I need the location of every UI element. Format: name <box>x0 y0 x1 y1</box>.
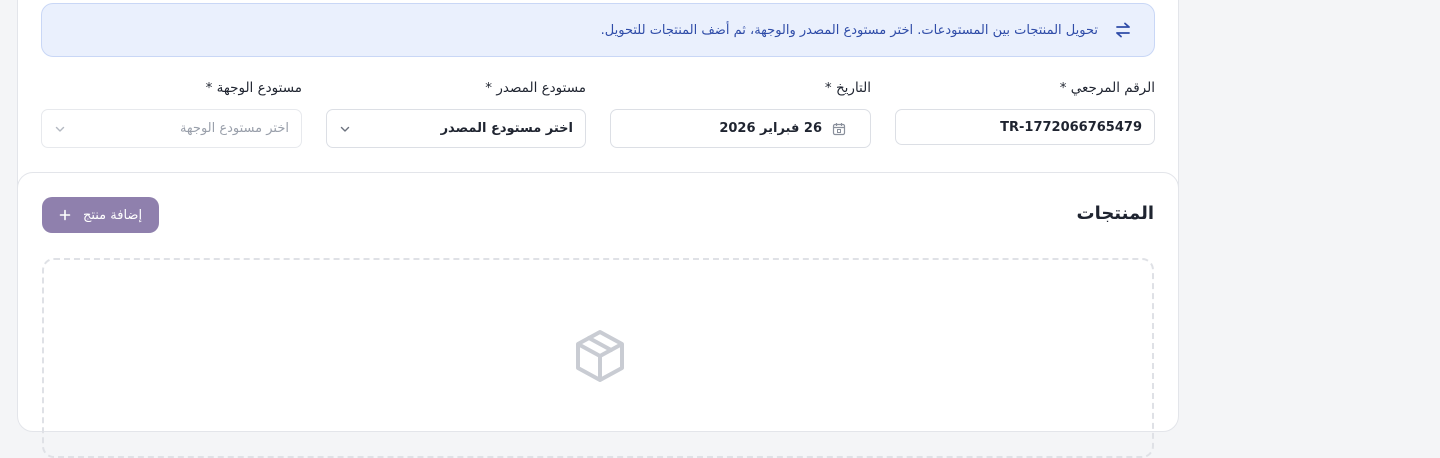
plus-icon <box>59 209 71 221</box>
source-warehouse-label: مستودع المصدر * <box>485 80 586 96</box>
calendar-icon <box>832 122 846 135</box>
chevron-down-icon <box>340 126 350 132</box>
reference-label: الرقم المرجعي * <box>1059 80 1155 96</box>
destination-warehouse-select[interactable]: اختر مستودع الوجهة <box>41 109 302 148</box>
reference-input[interactable]: TR-1772066765479 <box>895 109 1155 145</box>
destination-warehouse-label: مستودع الوجهة * <box>205 80 302 96</box>
destination-warehouse-placeholder: اختر مستودع الوجهة <box>179 121 289 136</box>
add-product-button[interactable]: إضافة منتج <box>42 197 159 233</box>
date-label: التاريخ * <box>824 80 871 96</box>
products-title: المنتجات <box>1076 203 1154 224</box>
reference-value: TR-1772066765479 <box>1000 119 1142 135</box>
chevron-down-icon <box>55 126 65 132</box>
banner-text: تحويل المنتجات بين المستودعات. اختر مستو… <box>600 22 1098 38</box>
destination-warehouse-field: مستودع الوجهة * اختر مستودع الوجهة <box>41 80 302 148</box>
products-empty-dropzone <box>42 258 1154 458</box>
info-banner: تحويل المنتجات بين المستودعات. اختر مستو… <box>41 3 1155 57</box>
source-warehouse-value: اختر مستودع المصدر <box>440 121 573 136</box>
source-warehouse-select[interactable]: اختر مستودع المصدر <box>326 109 586 148</box>
date-field: التاريخ * 26 فبراير 2026 <box>610 80 871 148</box>
box-icon <box>576 330 624 382</box>
products-card: المنتجات إضافة منتج <box>17 172 1179 458</box>
source-warehouse-field: مستودع المصدر * اختر مستودع المصدر <box>326 80 586 148</box>
reference-field: الرقم المرجعي * TR-1772066765479 <box>895 80 1155 148</box>
transfer-arrows-icon <box>1116 22 1130 38</box>
date-picker[interactable]: 26 فبراير 2026 <box>610 109 871 148</box>
add-product-label: إضافة منتج <box>82 207 143 223</box>
date-value: 26 فبراير 2026 <box>719 121 822 136</box>
